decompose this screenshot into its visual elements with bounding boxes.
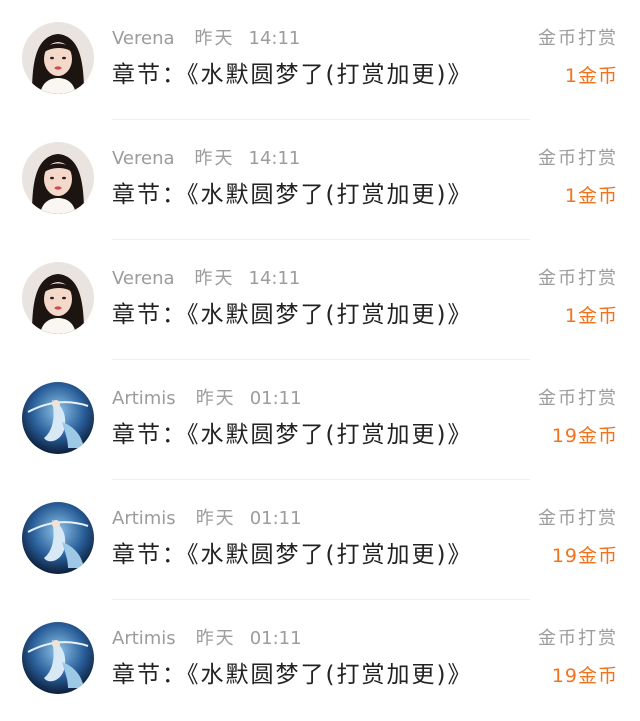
- time-label: 14:11: [248, 268, 301, 289]
- reward-amount: 1金币: [564, 65, 618, 87]
- reward-amount: 1金币: [564, 305, 618, 327]
- list-item[interactable]: Verena 昨天 14:11 章节：《水默圆梦了(打赏加更)》 金币打赏 1金币: [0, 240, 640, 360]
- time-label: 14:11: [248, 148, 301, 169]
- user-name[interactable]: Artimis: [112, 508, 176, 529]
- user-name[interactable]: Artimis: [112, 628, 176, 649]
- date-label: 昨天: [195, 628, 236, 649]
- time-label: 14:11: [248, 28, 301, 49]
- date-label: 昨天: [195, 388, 236, 409]
- chapter-title[interactable]: 章节：《水默圆梦了(打赏加更)》: [112, 420, 472, 450]
- item-meta: Artimis 昨天 01:11: [112, 508, 302, 530]
- time-label: 01:11: [249, 388, 302, 409]
- chapter-title[interactable]: 章节：《水默圆梦了(打赏加更)》: [112, 300, 472, 330]
- date-label: 昨天: [194, 268, 235, 289]
- reward-list: Verena 昨天 14:11 章节：《水默圆梦了(打赏加更)》 金币打赏 1金币 …: [0, 0, 640, 721]
- user-name[interactable]: Artimis: [112, 388, 176, 409]
- user-avatar[interactable]: [22, 22, 94, 94]
- reward-amount: 19金币: [551, 545, 618, 567]
- item-meta: Verena 昨天 14:11: [112, 28, 300, 50]
- date-label: 昨天: [194, 148, 235, 169]
- chapter-title[interactable]: 章节：《水默圆梦了(打赏加更)》: [112, 660, 472, 690]
- reward-type: 金币打赏: [538, 148, 618, 169]
- user-name[interactable]: Verena: [112, 28, 175, 49]
- list-item[interactable]: Verena 昨天 14:11 章节：《水默圆梦了(打赏加更)》 金币打赏 1金币: [0, 120, 640, 240]
- reward-type: 金币打赏: [538, 268, 618, 289]
- user-avatar[interactable]: [22, 262, 94, 334]
- reward-amount: 19金币: [551, 425, 618, 447]
- list-item[interactable]: Verena 昨天 14:11 章节：《水默圆梦了(打赏加更)》 金币打赏 1金币: [0, 0, 640, 120]
- list-item[interactable]: Artimis 昨天 01:11 章节：《水默圆梦了(打赏加更)》 金币打赏 19金…: [0, 600, 640, 720]
- user-name[interactable]: Verena: [112, 148, 175, 169]
- reward-type: 金币打赏: [538, 388, 618, 409]
- item-meta: Artimis 昨天 01:11: [112, 388, 302, 410]
- user-avatar[interactable]: [22, 502, 94, 574]
- reward-amount: 1金币: [564, 185, 618, 207]
- reward-type: 金币打赏: [538, 508, 618, 529]
- chapter-title[interactable]: 章节：《水默圆梦了(打赏加更)》: [112, 180, 472, 210]
- chapter-title[interactable]: 章节：《水默圆梦了(打赏加更)》: [112, 60, 472, 90]
- date-label: 昨天: [194, 28, 235, 49]
- reward-type: 金币打赏: [538, 628, 618, 649]
- reward-amount: 19金币: [551, 665, 618, 687]
- user-avatar[interactable]: [22, 622, 94, 694]
- time-label: 01:11: [249, 628, 302, 649]
- user-avatar[interactable]: [22, 142, 94, 214]
- item-meta: Verena 昨天 14:11: [112, 268, 300, 290]
- chapter-title[interactable]: 章节：《水默圆梦了(打赏加更)》: [112, 540, 472, 570]
- user-name[interactable]: Verena: [112, 268, 175, 289]
- user-avatar[interactable]: [22, 382, 94, 454]
- item-meta: Verena 昨天 14:11: [112, 148, 300, 170]
- reward-type: 金币打赏: [538, 28, 618, 49]
- list-item[interactable]: Artimis 昨天 01:11 章节：《水默圆梦了(打赏加更)》 金币打赏 19金…: [0, 360, 640, 480]
- list-item[interactable]: Artimis 昨天 01:11 章节：《水默圆梦了(打赏加更)》 金币打赏 19金…: [0, 480, 640, 600]
- time-label: 01:11: [249, 508, 302, 529]
- date-label: 昨天: [195, 508, 236, 529]
- item-meta: Artimis 昨天 01:11: [112, 628, 302, 650]
